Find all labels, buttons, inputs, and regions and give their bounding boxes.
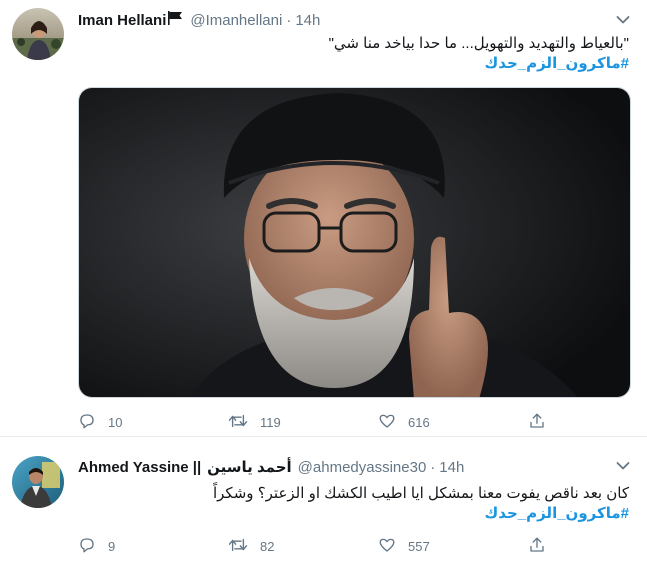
reply-icon xyxy=(78,412,96,433)
tweet-actions: 9 82 557 xyxy=(78,536,548,557)
like-count: 557 xyxy=(408,539,430,554)
timestamp[interactable]: 14h xyxy=(295,12,320,29)
like-icon xyxy=(378,536,396,557)
retweet-count: 119 xyxy=(260,415,281,430)
tweet-text: كان بعد ناقص يفوت معنا بمشكل ايا اطيب ال… xyxy=(78,484,629,524)
retweet-count: 82 xyxy=(260,539,275,554)
tweet-body: "بالعياط والتهديد والتهويل... ما حدا بيا… xyxy=(328,35,629,52)
hashtag-link[interactable]: #ماكرون_الزم_حدك xyxy=(78,54,629,74)
share-button[interactable] xyxy=(528,536,548,557)
hashtag-link[interactable]: #ماكرون_الزم_حدك xyxy=(78,504,629,524)
retweet-icon xyxy=(228,412,248,433)
reply-count: 9 xyxy=(108,539,116,554)
separator-dot: · xyxy=(430,458,436,476)
handle[interactable]: @Imanhellani xyxy=(190,12,282,29)
share-button[interactable] xyxy=(528,412,548,433)
avatar[interactable] xyxy=(12,8,64,60)
tweet-image[interactable] xyxy=(78,87,631,398)
tweet[interactable]: Iman Hellani @Imanhellani · 14h "بالعياط… xyxy=(0,0,647,437)
like-icon xyxy=(378,412,396,433)
like-button[interactable]: 557 xyxy=(378,536,478,557)
reply-button[interactable]: 9 xyxy=(78,536,178,557)
tweet-body: كان بعد ناقص يفوت معنا بمشكل ايا اطيب ال… xyxy=(212,485,629,502)
tweet[interactable]: Ahmed Yassine || أحمد ياسين @ahmedyassin… xyxy=(0,438,647,562)
reply-button[interactable]: 10 xyxy=(78,412,178,433)
retweet-icon xyxy=(228,536,248,557)
chevron-down-icon[interactable] xyxy=(613,456,633,476)
tweet-header: Iman Hellani @Imanhellani · 14h xyxy=(78,10,320,30)
tweet-text: "بالعياط والتهديد والتهويل... ما حدا بيا… xyxy=(78,34,629,74)
display-name-arabic[interactable]: أحمد ياسين xyxy=(207,458,291,476)
share-icon xyxy=(528,412,546,433)
like-count: 616 xyxy=(408,415,430,430)
display-name[interactable]: Iman Hellani xyxy=(78,12,166,29)
flag-icon xyxy=(167,10,184,30)
like-button[interactable]: 616 xyxy=(378,412,478,433)
reply-count: 10 xyxy=(108,415,123,430)
avatar[interactable] xyxy=(12,456,64,508)
chevron-down-icon[interactable] xyxy=(613,10,633,30)
retweet-button[interactable]: 82 xyxy=(228,536,328,557)
retweet-button[interactable]: 119 xyxy=(228,412,328,433)
tweet-actions: 10 119 616 xyxy=(78,412,548,433)
reply-icon xyxy=(78,536,96,557)
tweet-header: Ahmed Yassine || أحمد ياسين @ahmedyassin… xyxy=(78,458,464,477)
separator-dot: · xyxy=(286,11,292,29)
display-name[interactable]: Ahmed Yassine || xyxy=(78,459,201,476)
timestamp[interactable]: 14h xyxy=(439,459,464,476)
handle[interactable]: @ahmedyassine30 xyxy=(298,459,427,476)
share-icon xyxy=(528,536,546,557)
